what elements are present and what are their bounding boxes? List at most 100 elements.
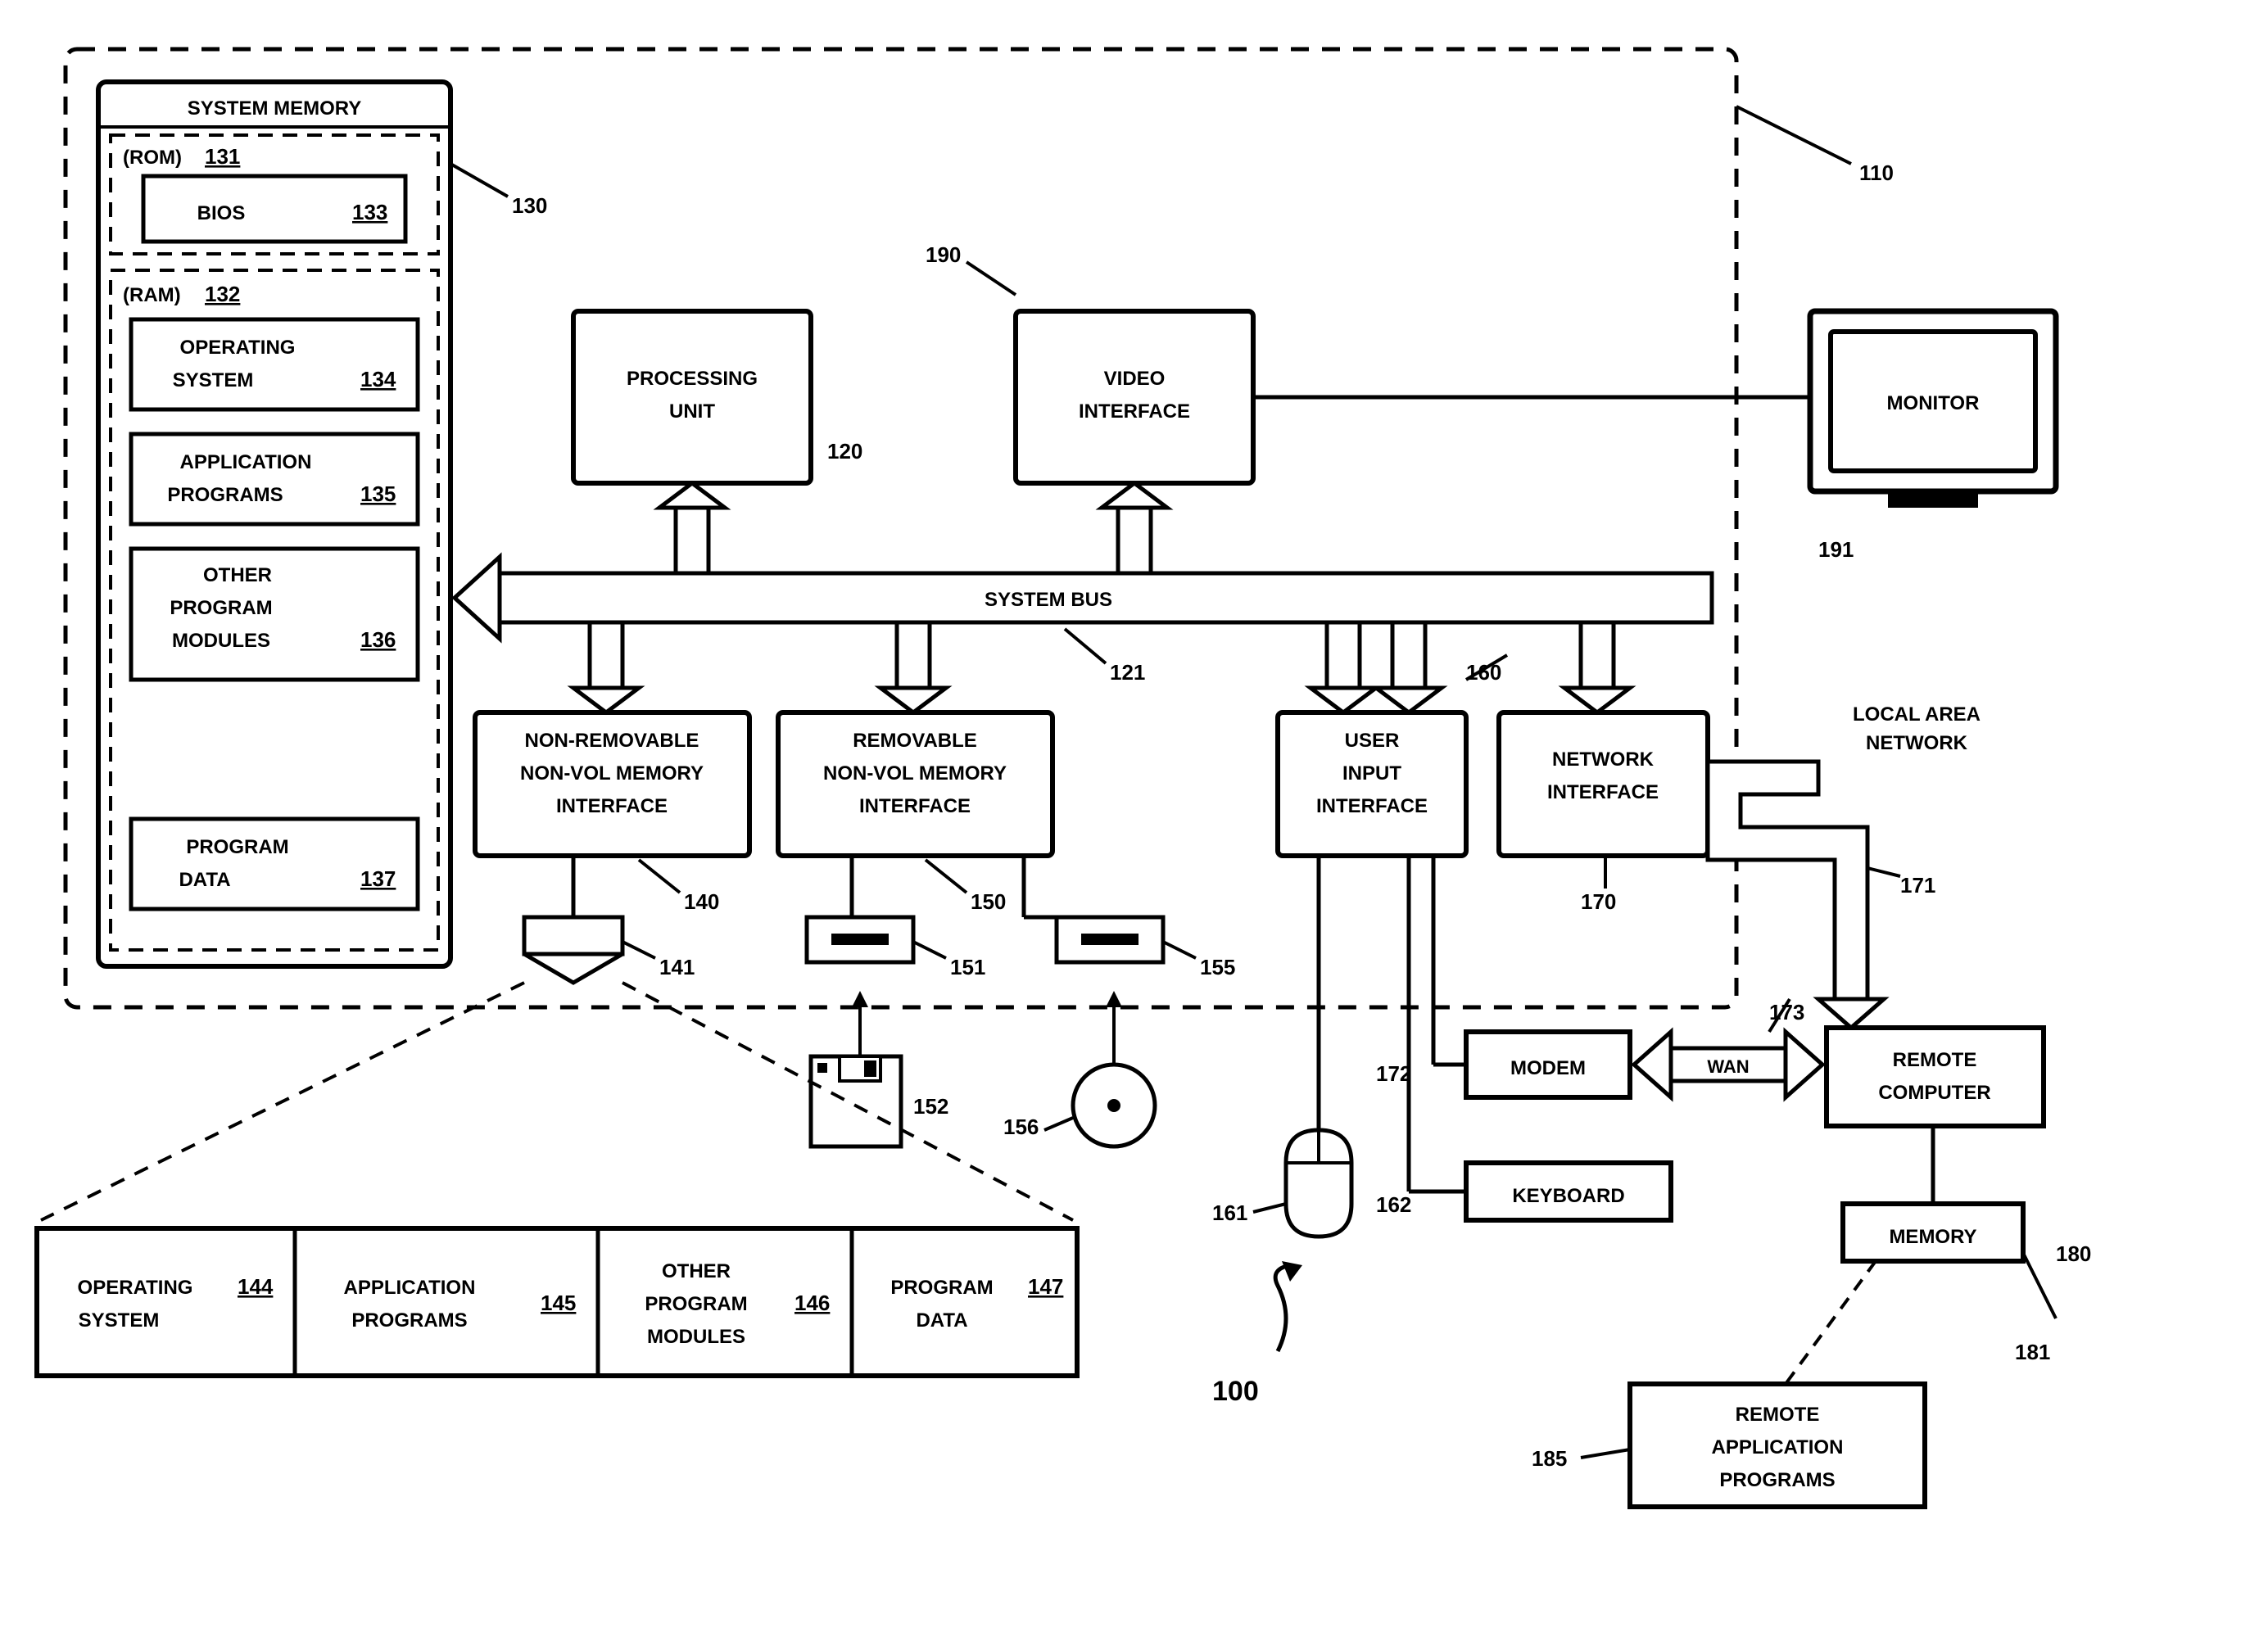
pdata-l1: PROGRAM (186, 836, 288, 858)
netif-num: 170 (1581, 889, 1616, 914)
svg-text:PROGRAMS: PROGRAMS (351, 1309, 467, 1332)
rem-num: 150 (971, 889, 1006, 914)
computer-architecture-diagram: 110 SYSTEM MEMORY (ROM) 131 BIOS 133 (RA… (0, 0, 2268, 1646)
video-interface: VIDEO INTERFACE (1016, 311, 1253, 483)
system-memory-title: SYSTEM MEMORY (188, 97, 361, 120)
bus-to-rem-arrow (880, 622, 946, 712)
bus-to-nonrem-arrow (573, 622, 639, 712)
bus-to-video-arrow (1102, 483, 1167, 573)
svg-text:OPERATING: OPERATING (78, 1277, 193, 1299)
bus-to-netif-arrow (1564, 622, 1630, 712)
other-l2: PROGRAM (170, 597, 272, 619)
modem-num: 172 (1376, 1061, 1411, 1086)
user-input-interface: USER INPUT INTERFACE (1278, 712, 1466, 856)
svg-text:PROGRAM: PROGRAM (890, 1277, 993, 1299)
svg-text:OTHER: OTHER (662, 1260, 731, 1282)
bus-to-userinput-arrow (1311, 622, 1376, 712)
os-l2: SYSTEM (173, 369, 254, 391)
apps-l1: APPLICATION (180, 451, 312, 473)
lan-arrow: LOCAL AREA NETWORK (1708, 703, 1981, 1028)
nonrem-num: 140 (684, 889, 719, 914)
cd-drive-num: 155 (1200, 955, 1235, 979)
hard-disk-icon (524, 856, 622, 983)
os-num: 134 (360, 367, 396, 391)
monitor: MONITOR (1810, 311, 2056, 508)
svg-text:PROCESSING: PROCESSING (627, 368, 758, 390)
floppy-drive-icon (807, 856, 913, 962)
system-memory: SYSTEM MEMORY (ROM) 131 BIOS 133 (RAM) 1… (98, 82, 450, 966)
hdd-contents-table: OPERATING SYSTEM 144 APPLICATION PROGRAM… (37, 1228, 1077, 1376)
computer-dashed-outline (66, 49, 1736, 1007)
svg-text:NETWORK: NETWORK (1552, 748, 1655, 771)
system-bus: SYSTEM BUS (455, 557, 1712, 639)
bios-label: BIOS (197, 202, 246, 224)
other-l3: MODULES (172, 630, 270, 652)
svg-text:INTERFACE: INTERFACE (1547, 781, 1659, 803)
svg-text:SYSTEM: SYSTEM (79, 1309, 160, 1332)
memory-num: 181 (2015, 1340, 2050, 1364)
hdd-num: 141 (659, 955, 695, 979)
svg-text:NON-VOL MEMORY: NON-VOL MEMORY (823, 762, 1007, 785)
svg-text:UNIT: UNIT (669, 400, 715, 423)
svg-text:100: 100 (1212, 1376, 1259, 1407)
mouse-icon (1286, 856, 1351, 1237)
svg-text:LOCAL AREA: LOCAL AREA (1853, 703, 1981, 726)
svg-text:146: 146 (794, 1291, 830, 1315)
cd-drive-icon (1024, 856, 1163, 962)
svg-text:MODEM: MODEM (1510, 1057, 1586, 1079)
svg-text:INPUT: INPUT (1342, 762, 1401, 785)
cd-icon (1073, 991, 1155, 1146)
os-l1: OPERATING (180, 337, 296, 359)
remote-computer-num: 180 (2056, 1241, 2091, 1266)
ram-label: (RAM) (123, 284, 181, 306)
apps-num: 135 (360, 482, 396, 506)
svg-text:SYSTEM BUS: SYSTEM BUS (985, 589, 1112, 611)
svg-text:144: 144 (238, 1274, 274, 1299)
wan-arrow: WAN (1634, 1032, 1822, 1097)
pdata-l2: DATA (179, 869, 230, 891)
rom-num: 131 (205, 144, 240, 169)
remote-computer: REMOTE COMPUTER (1827, 1028, 2044, 1126)
keyboard-num: 162 (1376, 1192, 1411, 1217)
svg-text:APPLICATION: APPLICATION (1712, 1436, 1844, 1458)
processing-unit-num: 120 (827, 439, 862, 464)
svg-text:INTERFACE: INTERFACE (1316, 795, 1428, 817)
svg-text:PROGRAMS: PROGRAMS (1719, 1469, 1835, 1491)
figure-number: 100 (1212, 1261, 1302, 1407)
svg-text:REMOTE: REMOTE (1736, 1404, 1820, 1426)
svg-text:USER: USER (1345, 730, 1400, 752)
svg-text:INTERFACE: INTERFACE (1079, 400, 1190, 423)
removable-interface: REMOVABLE NON-VOL MEMORY INTERFACE (778, 712, 1053, 856)
monitor-num: 191 (1818, 537, 1854, 562)
network-interface: NETWORK INTERFACE (1499, 712, 1708, 856)
svg-text:REMOVABLE: REMOVABLE (853, 730, 977, 752)
bios-num: 133 (352, 200, 387, 224)
svg-text:MEMORY: MEMORY (1889, 1226, 1976, 1248)
apps-l2: PROGRAMS (167, 484, 283, 506)
other-l1: OTHER (203, 564, 272, 586)
non-removable-interface: NON-REMOVABLE NON-VOL MEMORY INTERFACE (475, 712, 749, 856)
mouse-num: 161 (1212, 1201, 1247, 1225)
pdata-num: 137 (360, 866, 396, 891)
svg-text:KEYBOARD: KEYBOARD (1512, 1185, 1624, 1207)
remote-apps-num: 185 (1532, 1446, 1567, 1471)
rom-label: (ROM) (123, 147, 182, 169)
computer-box-num: 110 (1859, 161, 1894, 185)
svg-text:COMPUTER: COMPUTER (1878, 1082, 1990, 1104)
processing-unit: PROCESSING UNIT (573, 311, 811, 483)
other-num: 136 (360, 627, 396, 652)
svg-text:WAN: WAN (1707, 1056, 1749, 1077)
cd-num: 156 (1003, 1115, 1039, 1139)
svg-text:DATA: DATA (916, 1309, 967, 1332)
svg-text:APPLICATION: APPLICATION (344, 1277, 476, 1299)
svg-text:INTERFACE: INTERFACE (859, 795, 971, 817)
svg-text:NON-REMOVABLE: NON-REMOVABLE (525, 730, 699, 752)
svg-text:VIDEO: VIDEO (1104, 368, 1166, 390)
floppy-drive-num: 151 (950, 955, 985, 979)
bus-to-userinput-arrow2 (1376, 622, 1442, 712)
svg-text:PROGRAM: PROGRAM (645, 1293, 747, 1315)
bus-to-proc-arrow (659, 483, 725, 573)
lan-num: 171 (1900, 873, 1935, 898)
svg-text:REMOTE: REMOTE (1893, 1049, 1977, 1071)
svg-text:145: 145 (541, 1291, 576, 1315)
